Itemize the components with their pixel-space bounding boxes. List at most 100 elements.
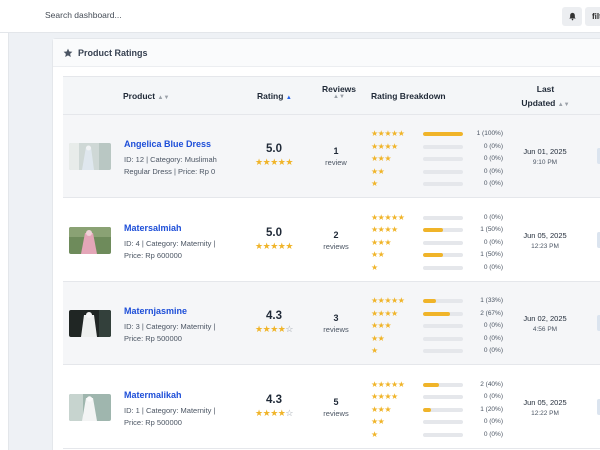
- updated-time: 9:10 PM: [532, 159, 558, 166]
- updated-date: Jun 05, 2025: [523, 230, 567, 240]
- breakdown-bar-fill: [423, 253, 443, 258]
- rating-cell: 4.3 ★★★★☆: [244, 310, 304, 335]
- breakdown-count: 0 (0%): [483, 393, 503, 401]
- breakdown-bar: [423, 169, 463, 174]
- updated-time: 12:22 PM: [531, 409, 559, 417]
- sort-asc-icon[interactable]: ▲: [286, 95, 292, 101]
- product-meta: ID: 12 | Category: Muslimah Regular Dres…: [124, 155, 217, 176]
- product-meta: ID: 3 | Category: Maternity | Price: Rp …: [124, 322, 216, 343]
- breakdown-count: 0 (0%): [483, 180, 503, 188]
- column-label: Updated: [521, 98, 556, 108]
- breakdown-count: 1 (100%): [476, 130, 503, 137]
- breakdown-line: ★ 0 (0%): [371, 262, 511, 275]
- rating-cell: 5.0 ★★★★★: [244, 143, 304, 168]
- breakdown-line: ★★★★ 1 (50%): [371, 224, 511, 237]
- breakdown-stars-icon: ★★: [371, 166, 385, 176]
- breakdown-line: ★★ 1 (50%): [371, 249, 511, 262]
- star-filled-icon: ★: [255, 324, 263, 334]
- card-title: Product Ratings: [78, 47, 148, 58]
- reviews-label: reviews: [323, 241, 349, 251]
- breakdown-bar-fill: [423, 407, 431, 412]
- rating-value: 4.3: [266, 393, 282, 406]
- sort-icon[interactable]: ▲▼: [322, 94, 356, 100]
- breakdown-line: ★ 0 (0%): [371, 178, 511, 191]
- breakdown-count: 0 (0%): [483, 155, 503, 163]
- last-updated-cell: Jun 01, 2025 9:10 PM: [516, 147, 574, 166]
- breakdown-stars-icon: ★★★★★: [371, 129, 405, 138]
- sidebar-edge: [0, 33, 9, 450]
- product-name-link[interactable]: Matersalmiah: [124, 223, 182, 233]
- product-thumbnail: [69, 143, 111, 170]
- reviews-cell: 1 review: [311, 146, 361, 167]
- reviews-count: 5: [333, 396, 339, 407]
- breakdown-count: 1 (50%): [480, 251, 503, 259]
- breakdown-stars-icon: ★: [371, 429, 378, 439]
- breakdown-count: 0 (0%): [483, 263, 503, 271]
- rating-cell: 5.0 ★★★★★: [244, 227, 304, 252]
- updated-date: Jun 05, 2025: [523, 397, 567, 407]
- breakdown-bar: [423, 382, 463, 387]
- star-filled-icon: ★: [255, 157, 263, 167]
- sort-icon[interactable]: ▲▼: [158, 95, 170, 101]
- product-name-link[interactable]: Maternjasmine: [124, 306, 187, 316]
- breakdown-bar: [423, 157, 463, 162]
- table-row: Maternjasmine ID: 3 | Category: Maternity…: [63, 282, 600, 365]
- product-name-link[interactable]: Angelica Blue Dress: [124, 139, 211, 149]
- updated-date: Jun 01, 2025: [523, 147, 567, 156]
- search-input[interactable]: Search dashboard...: [45, 10, 122, 20]
- star-filled-icon: ★: [255, 407, 263, 418]
- last-updated-cell: Jun 05, 2025 12:22 PM: [516, 398, 574, 417]
- rating-breakdown: ★★★★★ 1 (33%) ★★★★ 2 (67%) ★★★ 0 (0%) ★★ 0 (0%)…: [371, 295, 511, 358]
- breakdown-stars-icon: ★★: [371, 417, 385, 427]
- column-header-reviews[interactable]: Reviews ▲▼: [322, 84, 356, 100]
- product-name-link[interactable]: Matermalikah: [124, 390, 182, 400]
- breakdown-bar: [423, 253, 463, 258]
- reviews-label: reviews: [323, 408, 349, 418]
- breakdown-bar: [423, 336, 463, 341]
- rating-stars: ★★★★☆: [244, 408, 304, 419]
- breakdown-line: ★★★★★ 1 (33%): [371, 295, 511, 308]
- breakdown-count: 2 (67%): [480, 309, 503, 317]
- product-meta: ID: 1 | Category: Maternity | Price: Rp …: [124, 405, 216, 427]
- breakdown-bar: [423, 420, 463, 425]
- card-header: Product Ratings: [53, 39, 600, 67]
- breakdown-bar: [423, 265, 463, 270]
- breakdown-bar-fill: [423, 132, 463, 136]
- breakdown-bar: [423, 215, 463, 220]
- updated-time: 12:23 PM: [531, 242, 559, 250]
- breakdown-line: ★★★ 0 (0%): [371, 320, 511, 333]
- sort-icon[interactable]: ▲▼: [558, 102, 570, 108]
- column-header-breakdown: Rating Breakdown: [371, 91, 446, 101]
- breakdown-line: ★★★★ 0 (0%): [371, 141, 511, 154]
- star-filled-icon: ★: [285, 157, 293, 167]
- breakdown-stars-icon: ★★: [371, 333, 385, 343]
- breakdown-bar: [423, 299, 463, 303]
- rating-value: 4.3: [266, 310, 282, 322]
- column-header-rating[interactable]: Rating ▲: [257, 91, 292, 101]
- column-header-last-updated[interactable]: Last Updated ▲▼: [518, 84, 573, 108]
- last-updated-cell: Jun 05, 2025 12:23 PM: [516, 231, 574, 250]
- breakdown-stars-icon: ★★★: [371, 404, 392, 414]
- column-header-product[interactable]: Product ▲▼: [123, 91, 169, 101]
- breakdown-stars-icon: ★★★★★: [371, 212, 405, 222]
- breakdown-count: 0 (0%): [483, 213, 503, 221]
- star-filled-icon: ★: [285, 240, 293, 251]
- star-empty-icon: ☆: [285, 407, 293, 418]
- filter-button[interactable]: filt: [585, 7, 600, 26]
- column-label: Product: [123, 91, 156, 101]
- reviews-cell: 2 reviews: [311, 230, 361, 251]
- rating-stars: ★★★★☆: [244, 324, 304, 335]
- column-label: Rating: [257, 91, 284, 101]
- rating-cell: 4.3 ★★★★☆: [244, 394, 304, 419]
- reviews-label: reviews: [323, 325, 349, 334]
- column-label: Rating Breakdown: [371, 91, 446, 101]
- rating-breakdown: ★★★★★ 2 (40%) ★★★★ 0 (0%) ★★★ 1 (20%) ★★ 0 (0%)…: [371, 379, 511, 442]
- notifications-button[interactable]: [562, 7, 582, 26]
- breakdown-bar: [423, 182, 463, 187]
- star-icon: [63, 48, 73, 57]
- star-empty-icon: ☆: [285, 324, 293, 334]
- breakdown-bar-fill: [423, 311, 450, 316]
- table-row: Angelica Blue Dress ID: 12 | Category: Mu…: [63, 115, 600, 198]
- breakdown-line: ★★★★ 2 (67%): [371, 308, 511, 321]
- breakdown-bar: [423, 240, 463, 245]
